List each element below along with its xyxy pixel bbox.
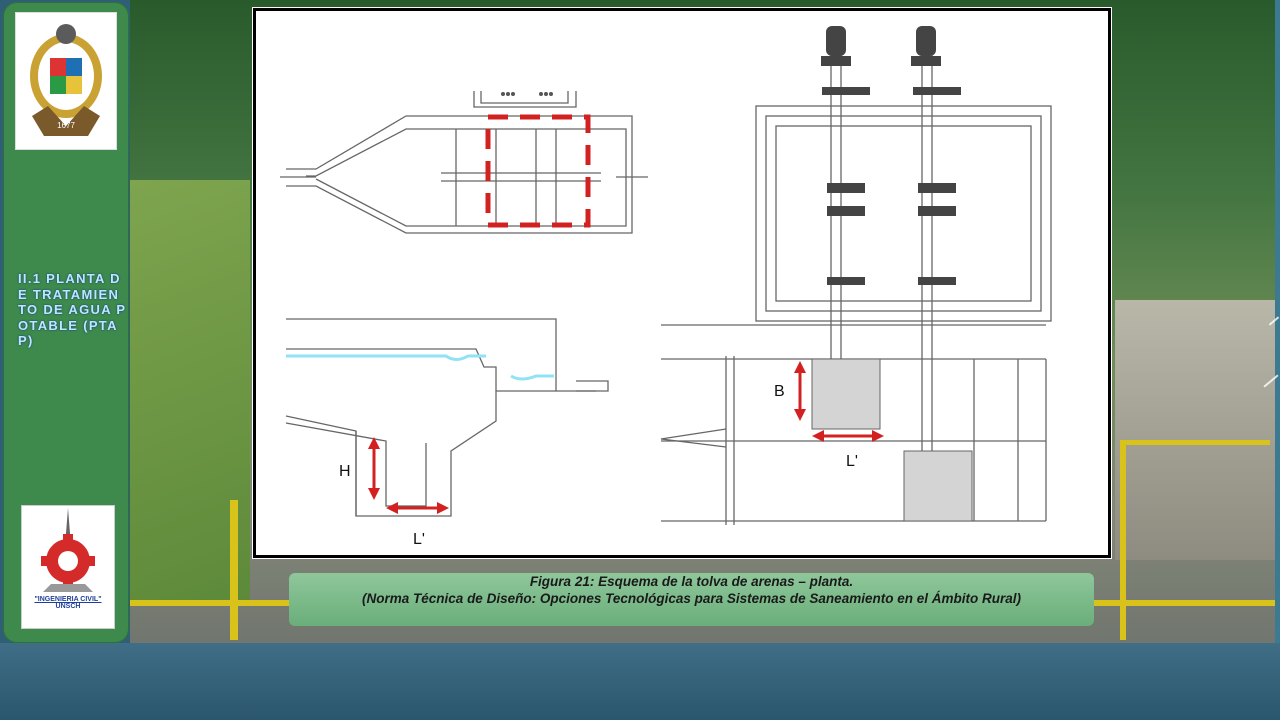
figure-panel: H L' B L'	[253, 8, 1111, 558]
university-seal-logo: 1677	[15, 12, 117, 150]
figure-caption: Figura 21: Esquema de la tolva de arenas…	[289, 573, 1094, 626]
section-title: II.1 PLANTA DE TRATAMIENTO DE AGUA POTAB…	[18, 271, 127, 348]
sidebar: 1677 II.1 PLANTA DE TRATAMIENTO DE AGUA …	[3, 2, 129, 643]
right-edge-strip	[1275, 0, 1280, 643]
caption-title: Figura 21: Esquema de la tolva de arenas…	[529, 574, 854, 589]
logo-caption-line1: "INGENIERIA CIVIL"	[34, 596, 102, 603]
railing-left	[230, 500, 238, 640]
caption-source: (Norma Técnica de Diseño: Opciones Tecno…	[362, 591, 1021, 606]
gear-compass-icon	[41, 508, 95, 592]
dimension-label-H: H	[339, 463, 351, 480]
railing-right	[1120, 440, 1126, 640]
railing-right-top	[1120, 440, 1270, 445]
svg-text:1677: 1677	[57, 121, 75, 130]
footer-band	[0, 643, 1280, 720]
sand-trap-diagram: H L' B L'	[280, 26, 1052, 548]
dimension-label-L-bottom: L'	[413, 531, 425, 548]
logo-caption-line2: UNSCH	[55, 603, 81, 610]
concrete-channel	[1115, 300, 1275, 560]
dimension-label-L-right: L'	[846, 453, 858, 470]
dimension-label-B: B	[774, 383, 785, 400]
civil-engineering-logo: "INGENIERIA CIVIL" UNSCH	[21, 505, 115, 629]
